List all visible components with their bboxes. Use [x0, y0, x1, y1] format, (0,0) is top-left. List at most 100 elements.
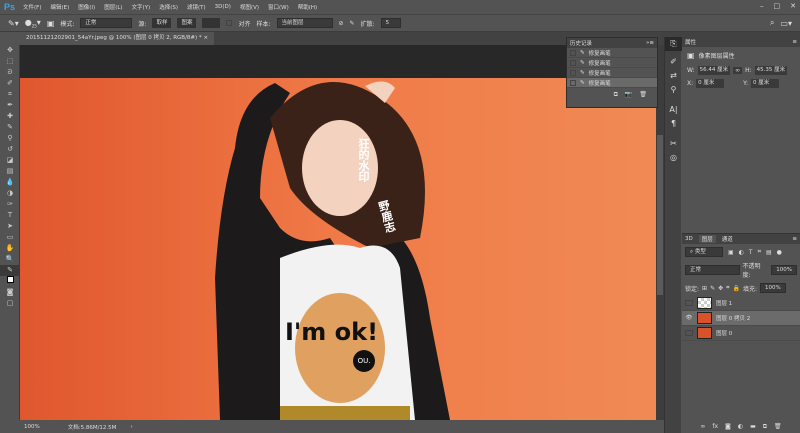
pen-tool-icon[interactable]: ✑: [0, 199, 20, 210]
brush-tool-icon[interactable]: ✎: [0, 122, 20, 133]
add-mask-icon[interactable]: ◙: [725, 423, 731, 431]
history-item[interactable]: ✎ 修复画笔: [567, 58, 657, 68]
blend-mode-select[interactable]: 正常: [685, 265, 740, 275]
source-sampled-button[interactable]: 取样: [152, 18, 172, 28]
layer-row-selected[interactable]: 👁 图层 0 拷贝 2: [682, 311, 800, 326]
layer-filter-select[interactable]: ⌕ 类型: [685, 247, 723, 257]
clone-source-icon[interactable]: ⚲: [665, 83, 682, 97]
maximize-button[interactable]: □: [774, 2, 781, 10]
filter-toggle-icon[interactable]: ●: [777, 249, 782, 256]
quick-mask-icon[interactable]: ◙: [0, 287, 20, 298]
scrollbar-thumb[interactable]: [657, 135, 663, 295]
lock-pixels-icon[interactable]: ✎: [710, 285, 715, 292]
panel-menu-icon[interactable]: ≡: [792, 39, 797, 45]
width-field[interactable]: 56.44 厘米: [697, 66, 731, 75]
close-button[interactable]: ✕: [790, 2, 796, 10]
history-item[interactable]: ✎ 修复画笔: [567, 48, 657, 58]
menu-window[interactable]: 窗口(W): [268, 3, 289, 11]
source-pattern-button[interactable]: 图案: [177, 18, 197, 28]
lock-artboard-icon[interactable]: ⌗: [726, 284, 729, 292]
properties-panel-title[interactable]: 属性: [685, 38, 696, 46]
clone-stamp-tool-icon[interactable]: ⚲: [0, 133, 20, 144]
tab-layers[interactable]: 图层: [698, 235, 716, 243]
eye-icon[interactable]: 👁: [685, 315, 693, 321]
filter-pixel-icon[interactable]: ▣: [728, 249, 734, 256]
zoom-tool-icon[interactable]: 🔍: [0, 254, 20, 265]
history-brush-tool-icon[interactable]: ↺: [0, 144, 20, 155]
filter-type-icon[interactable]: T: [749, 249, 753, 256]
snapshot-camera-icon[interactable]: 📷: [625, 91, 632, 99]
panel-menu-icon[interactable]: »≡: [646, 40, 654, 46]
dodge-tool-icon[interactable]: ◑: [0, 188, 20, 199]
crop-tool-icon[interactable]: ⌗: [0, 89, 20, 100]
menu-filter[interactable]: 滤镜(T): [187, 3, 206, 11]
lasso-tool-icon[interactable]: ᘐ: [0, 67, 20, 78]
blur-tool-icon[interactable]: 💧: [0, 177, 20, 188]
healing-brush-icon[interactable]: ✎▾: [8, 19, 19, 28]
history-item-selected[interactable]: ✎ 修复画笔: [567, 78, 657, 88]
edit-toolbar-icon[interactable]: ✎: [0, 265, 20, 276]
tools-panel-icon[interactable]: ✂: [665, 137, 682, 151]
brush-settings-icon[interactable]: ▣: [47, 19, 55, 28]
height-field[interactable]: 45.35 厘米: [754, 66, 788, 75]
tab-3d[interactable]: 3D: [685, 236, 693, 242]
diffusion-select[interactable]: 5: [380, 18, 401, 28]
quick-select-tool-icon[interactable]: ✐: [0, 78, 20, 89]
x-field[interactable]: 0 厘米: [696, 79, 725, 88]
document-canvas[interactable]: 狂的水印 野鹿志 I'm ok! OU.: [20, 78, 656, 420]
menu-view[interactable]: 视图(V): [240, 3, 259, 11]
screen-mode-icon[interactable]: ▢: [0, 298, 20, 309]
zoom-level[interactable]: 100%: [24, 424, 40, 430]
fx-icon[interactable]: fx: [712, 423, 718, 431]
panel-menu-icon[interactable]: ≡: [792, 236, 797, 242]
path-select-tool-icon[interactable]: ➤: [0, 221, 20, 232]
paragraph-panel-icon[interactable]: ¶: [665, 117, 682, 131]
layer-row[interactable]: 图层 1: [682, 296, 800, 311]
sample-select[interactable]: 当前图层: [276, 18, 333, 28]
close-tab-icon[interactable]: ×: [203, 35, 208, 41]
menu-layer[interactable]: 图层(L): [104, 3, 122, 11]
ignore-adjustment-icon[interactable]: ⊘: [339, 20, 344, 27]
adjustment-layer-icon[interactable]: ◐: [738, 423, 743, 431]
status-menu-arrow-icon[interactable]: ›: [130, 424, 132, 430]
search-icon[interactable]: ⌕: [770, 18, 774, 28]
fill-field[interactable]: 100%: [760, 283, 786, 293]
layer-row[interactable]: 图层 0: [682, 326, 800, 341]
delete-icon[interactable]: 🗑: [639, 91, 647, 99]
aligned-checkbox[interactable]: [226, 20, 233, 26]
marquee-tool-icon[interactable]: ⬚: [0, 56, 20, 67]
brush-preset-picker[interactable]: ●25▾: [25, 18, 41, 29]
move-tool-icon[interactable]: ✥: [0, 45, 20, 56]
eyedropper-tool-icon[interactable]: ✒: [0, 100, 20, 111]
filter-adjust-icon[interactable]: ◐: [739, 249, 744, 256]
delete-layer-icon[interactable]: 🗑: [774, 423, 782, 431]
brush-panel-icon[interactable]: ✐: [665, 55, 682, 69]
tab-channels[interactable]: 通道: [722, 235, 733, 243]
menu-3d[interactable]: 3D(D): [215, 4, 231, 10]
minimize-button[interactable]: –: [760, 2, 764, 10]
gradient-tool-icon[interactable]: ▤: [0, 166, 20, 177]
visibility-toggle[interactable]: [685, 330, 693, 336]
menu-image[interactable]: 图像(I): [78, 3, 95, 11]
color-swatches[interactable]: [0, 276, 20, 287]
history-panel-title[interactable]: 历史记录: [570, 39, 592, 47]
mode-select[interactable]: 正常: [80, 18, 133, 28]
new-layer-icon[interactable]: ⧉: [763, 423, 767, 431]
pattern-picker[interactable]: [202, 18, 221, 28]
eraser-tool-icon[interactable]: ◪: [0, 155, 20, 166]
filter-smart-icon[interactable]: ▤: [766, 249, 772, 256]
lock-transparent-icon[interactable]: ⊞: [702, 285, 707, 292]
menu-select[interactable]: 选择(S): [159, 3, 178, 11]
menu-type[interactable]: 文字(Y): [132, 3, 151, 11]
workspace-icon[interactable]: ▭▾: [780, 19, 792, 28]
3d-panel-icon[interactable]: ◎: [665, 151, 682, 165]
menu-file[interactable]: 文件(F): [23, 3, 41, 11]
link-icon[interactable]: ∞: [733, 67, 743, 74]
visibility-toggle[interactable]: [685, 300, 693, 306]
menu-help[interactable]: 帮助(H): [298, 3, 317, 11]
shape-tool-icon[interactable]: ▭: [0, 232, 20, 243]
document-tab[interactable]: 20151121202901_54aYr.jpeg @ 100% (图层 0 拷…: [20, 32, 215, 45]
healing-brush-tool-icon[interactable]: ✚: [0, 111, 20, 122]
type-tool-icon[interactable]: T: [0, 210, 20, 221]
opacity-field[interactable]: 100%: [771, 265, 797, 275]
